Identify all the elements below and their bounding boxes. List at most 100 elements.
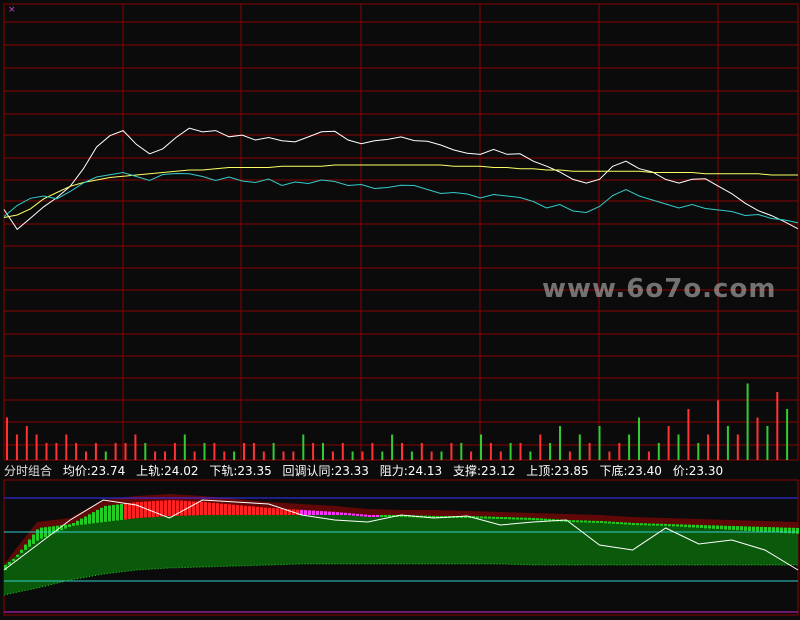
volume-bar bbox=[124, 443, 127, 460]
volume-bar bbox=[164, 451, 166, 460]
watermark: www.6o7o.com bbox=[542, 274, 777, 304]
band-histogram-bar bbox=[260, 507, 263, 515]
volume-bar bbox=[726, 426, 729, 460]
band-histogram-bar bbox=[584, 520, 587, 523]
volume-bar bbox=[272, 443, 275, 460]
band-histogram-bar bbox=[188, 501, 191, 516]
volume-bar bbox=[193, 451, 196, 460]
band-histogram-bar bbox=[680, 524, 683, 527]
band-histogram-bar bbox=[592, 520, 595, 523]
band-histogram-bar bbox=[308, 510, 311, 515]
volume-bar bbox=[371, 443, 374, 460]
band-histogram-bar bbox=[164, 500, 167, 517]
volume-bar bbox=[252, 443, 255, 460]
band-histogram-bar bbox=[632, 523, 635, 525]
band-histogram-bar bbox=[660, 523, 663, 526]
volume-bar bbox=[717, 400, 719, 460]
volume-bar bbox=[618, 443, 621, 460]
band-histogram-bar bbox=[736, 526, 739, 531]
volume-bar bbox=[45, 443, 48, 460]
band-histogram-bar bbox=[520, 517, 523, 520]
band-histogram-bar bbox=[500, 517, 503, 519]
band-histogram-bar bbox=[152, 501, 155, 518]
volume-bar bbox=[440, 451, 443, 460]
chart-canvas bbox=[3, 3, 799, 616]
band-histogram-bar bbox=[240, 505, 243, 515]
band-histogram-bar bbox=[48, 526, 51, 536]
volume-bar bbox=[756, 417, 759, 460]
volume-bar bbox=[776, 392, 779, 460]
band-histogram-bar bbox=[580, 520, 583, 523]
band-histogram-bar bbox=[528, 517, 531, 520]
band-histogram-bar bbox=[204, 502, 207, 515]
volume-bar bbox=[322, 443, 324, 460]
legend-support: 支撑:23.12 bbox=[453, 464, 516, 478]
band-histogram-bar bbox=[104, 505, 107, 522]
volume-bar bbox=[134, 434, 137, 460]
band-histogram-bar bbox=[40, 527, 43, 539]
band-histogram-bar bbox=[200, 501, 203, 515]
band-histogram-bar bbox=[572, 520, 575, 523]
band-histogram-bar bbox=[248, 506, 251, 515]
band-histogram-bar bbox=[280, 508, 283, 515]
band-histogram-bar bbox=[84, 516, 87, 525]
band-histogram-bar bbox=[28, 539, 31, 547]
band-histogram-bar bbox=[128, 503, 131, 519]
band-histogram-bar bbox=[532, 518, 535, 520]
band-histogram-bar bbox=[244, 505, 247, 515]
band-histogram-bar bbox=[496, 516, 499, 519]
volume-bar bbox=[381, 451, 384, 460]
volume-bar bbox=[687, 409, 690, 460]
band-histogram-bar bbox=[380, 515, 383, 517]
volume-bar bbox=[351, 451, 354, 460]
band-histogram-bar bbox=[608, 521, 611, 524]
volume-bar bbox=[55, 443, 58, 460]
volume-bar bbox=[331, 451, 334, 460]
band-histogram-bar bbox=[672, 524, 675, 527]
band-histogram-bar bbox=[712, 525, 715, 529]
band-histogram-bar bbox=[640, 523, 643, 526]
band-histogram-bar bbox=[208, 502, 211, 515]
band-histogram-bar bbox=[708, 525, 711, 529]
band-histogram-bar bbox=[276, 508, 279, 515]
volume-bar bbox=[430, 451, 433, 460]
band-histogram-bar bbox=[768, 527, 771, 533]
band-histogram-bar bbox=[656, 523, 659, 526]
band-histogram-bar bbox=[220, 503, 223, 515]
volume-bar bbox=[203, 443, 206, 460]
band-histogram-bar bbox=[364, 514, 367, 517]
band-histogram-bar bbox=[64, 524, 67, 529]
band-histogram-bar bbox=[328, 511, 331, 515]
band-histogram-bar bbox=[664, 523, 667, 526]
volume-bar bbox=[401, 443, 403, 460]
band-histogram-bar bbox=[228, 504, 231, 515]
band-histogram-bar bbox=[180, 500, 183, 516]
legend-price: 价:23.30 bbox=[672, 464, 724, 478]
volume-bar bbox=[391, 434, 394, 460]
band-histogram-bar bbox=[332, 511, 335, 515]
legend-bottom: 下底:23.40 bbox=[599, 464, 662, 478]
band-histogram-bar bbox=[480, 516, 483, 519]
band-histogram-bar bbox=[368, 515, 371, 517]
band-histogram-bar bbox=[20, 549, 23, 553]
band-histogram-bar bbox=[616, 522, 619, 524]
volume-bar bbox=[638, 417, 640, 460]
indicator-legend: 分时组合 均价:23.74 上轨:24.02 下轨:23.35 回调认同:23.… bbox=[4, 462, 730, 480]
band-histogram-bar bbox=[504, 517, 507, 520]
volume-bar bbox=[312, 443, 315, 460]
band-histogram-bar bbox=[796, 527, 799, 534]
band-histogram-bar bbox=[684, 524, 687, 528]
volume-bar bbox=[677, 434, 680, 460]
volume-bar bbox=[578, 434, 581, 460]
band-histogram-bar bbox=[216, 503, 219, 515]
band-histogram-bar bbox=[512, 517, 515, 520]
volume-bar bbox=[15, 434, 18, 460]
band-histogram-bar bbox=[192, 501, 195, 516]
band-histogram-bar bbox=[764, 527, 767, 532]
band-histogram-bar bbox=[348, 513, 351, 516]
band-histogram-bar bbox=[536, 518, 539, 521]
band-histogram-bar bbox=[32, 534, 35, 544]
band-histogram-bar bbox=[668, 524, 671, 527]
legend-title: 分时组合 bbox=[4, 464, 53, 478]
band-histogram-bar bbox=[256, 506, 259, 515]
